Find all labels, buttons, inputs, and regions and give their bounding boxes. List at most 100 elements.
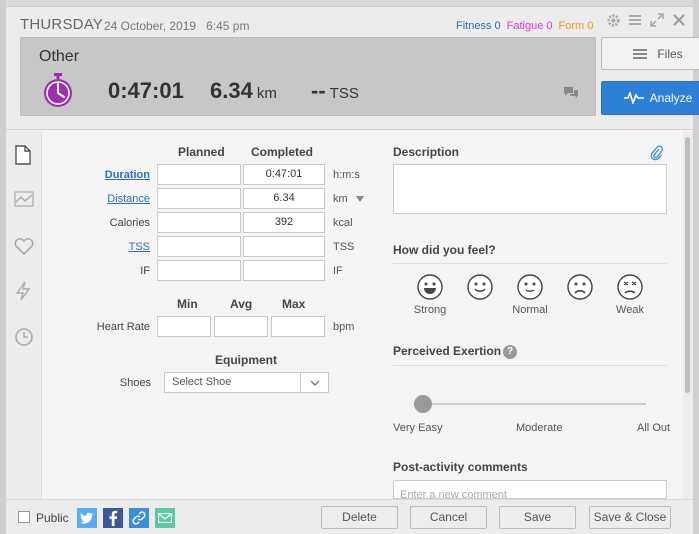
save-button[interactable]: Save xyxy=(499,506,576,529)
hr-max-header: Max xyxy=(282,297,306,311)
duration-unit: h:m:s xyxy=(333,169,360,181)
hr-avg-input[interactable] xyxy=(214,316,268,337)
expand-icon[interactable] xyxy=(649,13,665,29)
twitter-icon[interactable] xyxy=(77,508,97,528)
shoes-select-value: Select Shoe xyxy=(172,376,232,388)
workout-modal: THURSDAY 24 October, 2019 6:45 pm Fitnes… xyxy=(6,6,699,534)
calories-planned-input[interactable] xyxy=(157,212,241,233)
menu-icon[interactable] xyxy=(627,13,643,29)
if-label: IF xyxy=(140,265,150,277)
day-label: THURSDAY xyxy=(20,16,103,33)
analyze-label: Analyze xyxy=(649,91,693,105)
fitness-value: 0 xyxy=(494,20,501,32)
calories-unit: kcal xyxy=(333,217,353,229)
face-poor-icon[interactable] xyxy=(567,274,593,300)
pulse-icon xyxy=(623,92,644,104)
face-good-icon[interactable] xyxy=(467,274,493,300)
hr-max-input[interactable] xyxy=(271,316,325,337)
planned-header: Planned xyxy=(178,145,225,159)
face-weak-icon[interactable] xyxy=(617,274,643,300)
modal-header: THURSDAY 24 October, 2019 6:45 pm Fitnes… xyxy=(6,7,699,130)
distance-completed-input[interactable]: 6.34 xyxy=(243,188,325,209)
close-icon[interactable] xyxy=(671,13,687,29)
date-label: 24 October, 2019 xyxy=(104,19,197,33)
exertion-max-label: All Out xyxy=(637,422,671,434)
public-label: Public xyxy=(36,511,69,525)
stopwatch-icon xyxy=(41,73,75,109)
summary-tss-unit: TSS xyxy=(329,85,359,102)
lightning-icon[interactable] xyxy=(14,281,34,301)
feel-divider xyxy=(393,263,667,264)
exertion-heading-text: Perceived Exertion xyxy=(393,344,502,358)
comments-heading: Post-activity comments xyxy=(393,460,528,474)
files-button[interactable]: Files xyxy=(601,37,699,70)
calories-completed-input[interactable]: 392 xyxy=(243,212,325,233)
description-heading: Description xyxy=(393,145,460,159)
comment-input[interactable]: Enter a new comment xyxy=(393,480,667,499)
face-strong-icon[interactable] xyxy=(417,274,443,300)
analyze-button[interactable]: Analyze xyxy=(601,81,699,115)
distance-unit: km xyxy=(333,193,348,205)
chevron-down-icon[interactable] xyxy=(300,373,328,392)
unit-dropdown-icon[interactable] xyxy=(356,196,364,202)
files-label: Files xyxy=(657,46,683,61)
exertion-divider xyxy=(393,365,667,366)
tss-unit: TSS xyxy=(333,241,355,253)
gear-icon[interactable] xyxy=(605,13,621,29)
tss-planned-input[interactable] xyxy=(157,236,241,257)
exertion-slider-handle[interactable] xyxy=(414,395,432,413)
cancel-button[interactable]: Cancel xyxy=(410,506,487,529)
scrollbar[interactable] xyxy=(683,131,693,499)
face-strong-label: Strong xyxy=(413,304,447,316)
hr-min-input[interactable] xyxy=(157,316,211,337)
comments-icon[interactable] xyxy=(563,86,579,98)
duration-completed-input[interactable]: 0:47:01 xyxy=(243,164,325,185)
help-icon[interactable]: ? xyxy=(503,345,518,359)
face-normal-icon[interactable] xyxy=(517,274,543,300)
sport-type: Other xyxy=(39,48,80,65)
form-value: 0 xyxy=(587,20,594,32)
fitness-label: Fitness xyxy=(456,20,492,32)
face-weak-label: Weak xyxy=(616,304,644,316)
completed-header: Completed xyxy=(251,145,314,159)
summary-distance-unit: km xyxy=(256,85,277,102)
distance-planned-input[interactable] xyxy=(157,188,241,209)
fatigue-label: Fatigue xyxy=(506,20,544,32)
tss-completed-input[interactable] xyxy=(243,236,325,257)
paperclip-icon[interactable] xyxy=(649,145,663,164)
hr-avg-header: Avg xyxy=(230,297,253,311)
duration-planned-input[interactable] xyxy=(157,164,241,185)
header-tools xyxy=(605,13,687,29)
email-icon[interactable] xyxy=(155,508,175,528)
public-checkbox[interactable] xyxy=(18,511,30,523)
files-icon xyxy=(633,48,648,59)
shoes-label: Shoes xyxy=(119,377,151,389)
distance-label[interactable]: Distance xyxy=(70,193,150,205)
tss-label[interactable]: TSS xyxy=(70,241,150,253)
heart-icon[interactable] xyxy=(14,237,34,257)
exertion-slider-track[interactable] xyxy=(424,403,646,405)
facebook-icon[interactable] xyxy=(103,508,123,528)
face-normal-label: Normal xyxy=(512,304,548,316)
delete-button[interactable]: Delete xyxy=(321,506,398,529)
heart-rate-label: Heart Rate xyxy=(96,321,150,333)
clock-icon[interactable] xyxy=(14,327,34,347)
document-icon[interactable] xyxy=(14,145,34,165)
scrollbar-thumb[interactable] xyxy=(685,137,690,393)
exertion-min-label: Very Easy xyxy=(393,422,443,434)
if-planned-input[interactable] xyxy=(157,260,241,281)
equipment-heading: Equipment xyxy=(215,353,277,367)
shoes-select[interactable]: Select Shoe xyxy=(164,372,329,393)
link-icon[interactable] xyxy=(129,508,149,528)
duration-label[interactable]: Duration xyxy=(70,169,150,181)
if-unit: IF xyxy=(333,265,343,277)
exertion-mid-label: Moderate xyxy=(516,422,563,434)
side-tabs xyxy=(6,131,42,499)
description-textarea[interactable] xyxy=(393,164,667,214)
summary-duration: 0:47:01 xyxy=(108,78,184,103)
calories-label: Calories xyxy=(109,217,150,229)
summary-tss: -- TSS xyxy=(311,78,359,104)
save-close-button[interactable]: Save & Close xyxy=(589,506,671,529)
if-completed-input[interactable] xyxy=(243,260,325,281)
chart-icon[interactable] xyxy=(14,191,34,211)
